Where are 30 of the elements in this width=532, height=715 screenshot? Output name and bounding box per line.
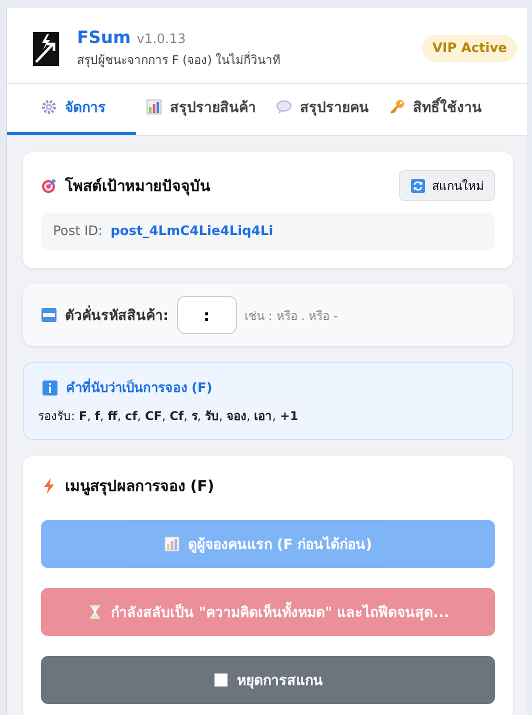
key-icon	[389, 99, 405, 115]
lightning-icon	[41, 478, 57, 494]
gear-icon	[41, 99, 57, 115]
rescan-button[interactable]: สแกนใหม่	[399, 170, 495, 201]
post-id-label: Post ID:	[53, 224, 103, 239]
status-badge: VIP Active	[422, 35, 517, 62]
tab[interactable]: จัดการ	[7, 84, 136, 135]
info-icon	[42, 380, 58, 396]
action-button[interactable]: หยุดการสแกน	[41, 656, 495, 704]
app-title: FSum	[77, 28, 131, 48]
post-id-value: post_4LmC4Lie4Liq4Li	[110, 224, 274, 239]
app-subtitle: สรุปผู้ชนะจากการ F (จอง) ในไม่กี่วินาที	[77, 50, 282, 69]
info-text: รองรับ: F, f, ff, cf, CF, Cf, ร, รับ, จอง, เอา, +1	[38, 408, 300, 425]
speech-bubble-icon	[276, 99, 292, 115]
bar-chart-icon	[164, 536, 180, 552]
bar-chart-icon	[146, 99, 162, 115]
target-icon	[41, 178, 57, 194]
version-label: v1.0.13	[136, 32, 186, 47]
refresh-icon	[410, 178, 426, 194]
separator-hint: เช่น : หรือ . หรือ -	[244, 308, 338, 324]
separator-label: ตัวคั่นรหัสสินค้า:	[65, 304, 169, 326]
tab[interactable]: สรุปรายคน	[266, 84, 379, 135]
tab[interactable]: สรุปรายสินค้า	[136, 84, 266, 135]
card-title: โพสต์เป้าหมายปัจจุบัน	[65, 176, 212, 198]
stop-icon	[213, 672, 229, 688]
info-title: คำที่นับว่าเป็นการจอง (F)	[66, 377, 212, 398]
logo-icon	[33, 32, 59, 66]
tab[interactable]: สิทธิ์ใช้งาน	[379, 84, 492, 135]
separator-input[interactable]: :	[176, 296, 237, 334]
card-title: เมนูสรุปผลการจอง (F)	[65, 476, 216, 498]
